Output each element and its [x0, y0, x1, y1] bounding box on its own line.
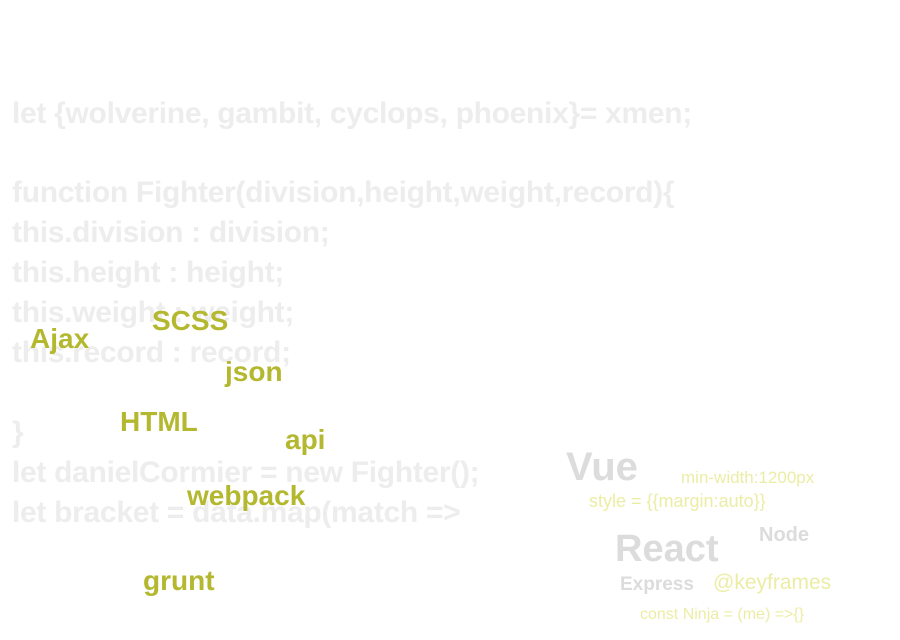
tag-min-width: min-width:1200px: [681, 468, 815, 487]
tag-html: HTML: [120, 406, 198, 437]
tag-vue: Vue: [566, 445, 638, 489]
code-line-division: this.division : division;: [12, 216, 330, 249]
tag-keyframes: @keyframes: [713, 571, 832, 594]
tag-webpack: webpack: [187, 480, 306, 511]
tag-scss: SCSS: [152, 305, 229, 336]
tag-node: Node: [759, 524, 809, 546]
code-line-function-decl: function Fighter(division,height,weight,…: [12, 176, 675, 209]
tag-express: Express: [620, 574, 694, 595]
tag-ajax: Ajax: [30, 323, 90, 354]
word-cloud-canvas: let {wolverine, gambit, cyclops, phoenix…: [0, 0, 900, 640]
tag-grunt: grunt: [143, 565, 215, 596]
tag-api: api: [285, 424, 326, 455]
code-line-closing-brace: }: [12, 416, 24, 449]
tag-style-margin: style = {{margin:auto}}: [589, 491, 766, 511]
code-line-destructure: let {wolverine, gambit, cyclops, phoenix…: [12, 97, 692, 130]
tag-json: json: [225, 356, 283, 387]
code-line-height: this.height : height;: [12, 256, 284, 289]
tag-react: React: [615, 528, 719, 570]
tag-ninja: const Ninja = (me) =>{}: [640, 606, 805, 623]
